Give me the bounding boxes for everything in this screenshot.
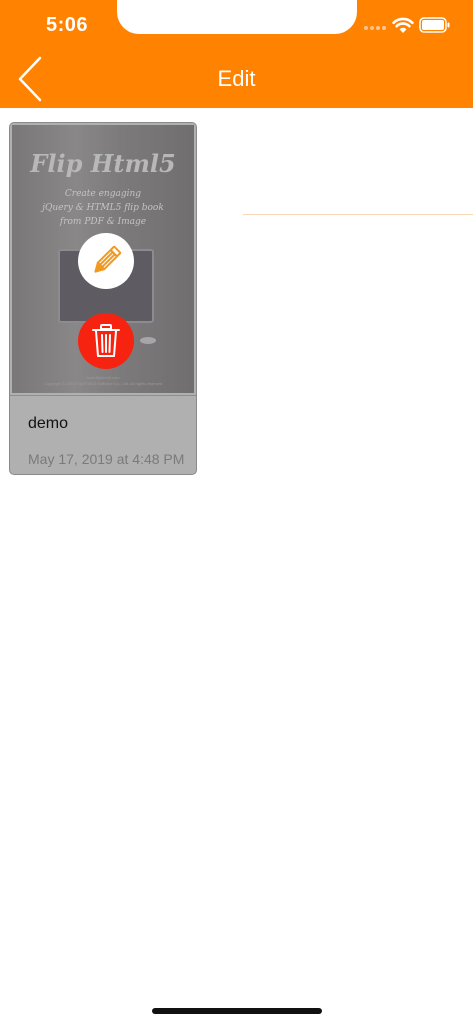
edit-button[interactable]: [78, 233, 134, 289]
pencil-icon: [94, 245, 122, 273]
device-notch: [117, 0, 357, 34]
divider: [243, 214, 473, 215]
battery-icon: [419, 17, 450, 33]
book-card[interactable]: Flip Html5 Create engaging jQuery & HTML…: [9, 122, 197, 475]
book-name: demo: [28, 415, 69, 432]
cover-title: Flip Html5: [30, 149, 176, 178]
status-icons: [364, 16, 464, 36]
cover-footer: www.fliphtml5.com Copyright © 2015 FlipH…: [12, 375, 194, 387]
navigation-header: 5:06 Edit: [0, 0, 473, 108]
status-time: 5:06: [46, 14, 89, 36]
page-title: Edit: [217, 66, 256, 91]
card-separator: [10, 395, 196, 396]
wifi-icon: [392, 17, 414, 33]
mouse-illustration: [140, 337, 156, 344]
book-cover[interactable]: Flip Html5 Create engaging jQuery & HTML…: [12, 125, 194, 393]
book-date: May 17, 2019 at 4:48 PM: [28, 451, 185, 467]
cover-tagline: Create engaging jQuery & HTML5 flip book…: [42, 189, 164, 227]
delete-button[interactable]: [78, 313, 134, 369]
home-indicator[interactable]: [152, 1008, 322, 1014]
cover-footer-copyright: Copyright © 2015 FlipHTML5 Software Co.,…: [44, 381, 162, 386]
cellular-signal-icon: [364, 26, 386, 30]
trash-icon: [92, 324, 120, 357]
